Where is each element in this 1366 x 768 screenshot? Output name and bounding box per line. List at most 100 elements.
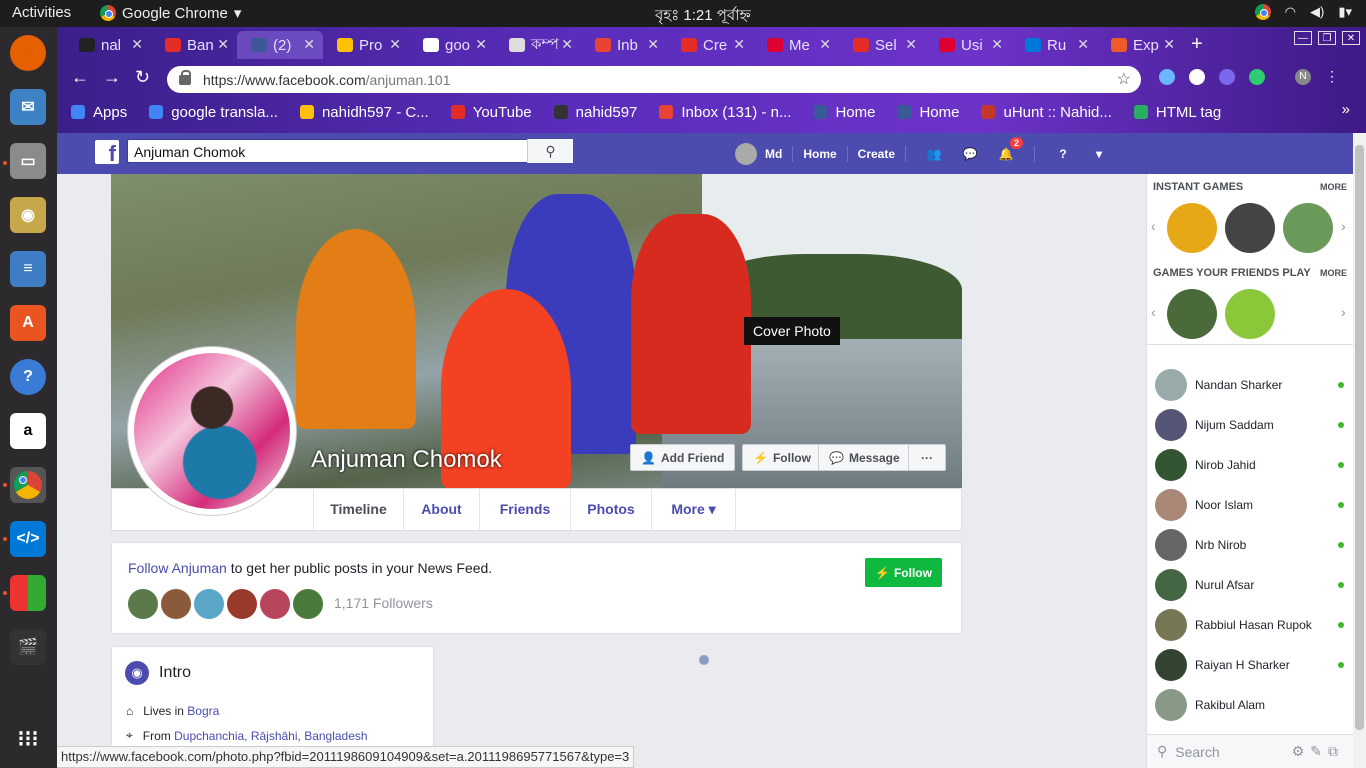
browser-tab[interactable]: Exp ✕ bbox=[1097, 31, 1183, 59]
page-scrollbar[interactable] bbox=[1353, 133, 1366, 768]
tab-friends[interactable]: Friends bbox=[480, 489, 571, 530]
chat-options-icons[interactable]: ⚙✎⧉ bbox=[1292, 743, 1344, 760]
bookmark-item[interactable]: YouTube bbox=[450, 104, 532, 121]
menu-kebab-icon[interactable]: ⋮ bbox=[1325, 69, 1339, 85]
amazon-icon[interactable]: a bbox=[10, 413, 46, 449]
follower-avatar[interactable] bbox=[161, 589, 191, 619]
browser-tab[interactable]: Ban ✕ bbox=[151, 31, 237, 59]
chrome-dock-icon[interactable] bbox=[10, 467, 46, 503]
bookmarks-overflow-icon[interactable]: » bbox=[1342, 101, 1350, 118]
chrome-tray-icon[interactable] bbox=[1254, 4, 1271, 20]
chevron-right-icon[interactable]: › bbox=[1341, 218, 1346, 234]
home-link[interactable]: Home bbox=[803, 147, 836, 161]
bookmark-item[interactable]: Home bbox=[813, 104, 875, 121]
game-thumbnail[interactable] bbox=[1283, 203, 1333, 253]
extension-icon[interactable] bbox=[1219, 69, 1235, 85]
browser-tab[interactable]: goo ✕ bbox=[409, 31, 495, 59]
tab-more[interactable]: More ▾ bbox=[652, 489, 736, 530]
contact-row[interactable]: Nandan Sharker bbox=[1147, 365, 1354, 405]
tab-about[interactable]: About bbox=[404, 489, 480, 530]
create-link[interactable]: Create bbox=[858, 147, 895, 161]
forward-button[interactable]: → bbox=[103, 67, 121, 88]
profile-picture[interactable] bbox=[128, 347, 296, 515]
game-thumbnail[interactable] bbox=[1225, 203, 1275, 253]
search-button[interactable]: ⚲ bbox=[527, 139, 573, 163]
new-tab-button[interactable]: + bbox=[1191, 33, 1203, 61]
follower-avatar[interactable] bbox=[293, 589, 323, 619]
help-icon[interactable]: ? bbox=[1052, 143, 1074, 165]
activities-button[interactable]: Activities bbox=[12, 4, 71, 21]
close-tab-icon[interactable]: ✕ bbox=[819, 36, 831, 53]
show-apps-icon[interactable]: ⁝⁝⁝ bbox=[10, 721, 46, 757]
contact-row[interactable]: Nirob Jahid bbox=[1147, 445, 1354, 485]
facebook-search-input[interactable]: Anjuman Chomok bbox=[127, 139, 573, 163]
user-avatar[interactable] bbox=[735, 142, 757, 165]
thunderbird-icon[interactable]: ✉ bbox=[10, 89, 46, 125]
friends-play-more[interactable]: MORE bbox=[1320, 268, 1347, 278]
close-window-button[interactable]: ✕ bbox=[1342, 31, 1360, 45]
close-tab-icon[interactable]: ✕ bbox=[1163, 36, 1175, 53]
close-tab-icon[interactable]: ✕ bbox=[217, 36, 229, 53]
follower-avatar[interactable] bbox=[194, 589, 224, 619]
browser-tab[interactable]: কম্প ✕ bbox=[495, 31, 581, 59]
maximize-button[interactable]: ❐ bbox=[1318, 31, 1336, 45]
followers-count[interactable]: 1,171 Followers bbox=[334, 595, 433, 611]
tab-timeline[interactable]: Timeline bbox=[313, 489, 404, 530]
contact-row[interactable]: Nrb Nirob bbox=[1147, 525, 1354, 565]
follow-button[interactable]: ⚡ Follow bbox=[865, 558, 942, 587]
browser-tab[interactable]: Ru ✕ bbox=[1011, 31, 1097, 59]
tab-photos[interactable]: Photos bbox=[571, 489, 652, 530]
follow-cover-button[interactable]: ⚡ Follow bbox=[742, 444, 822, 471]
bookmark-item[interactable]: Home bbox=[897, 104, 959, 121]
follower-avatar[interactable] bbox=[260, 589, 290, 619]
firefox-icon[interactable] bbox=[10, 35, 46, 71]
message-button[interactable]: 💬 Message bbox=[818, 444, 911, 471]
follower-avatar[interactable] bbox=[227, 589, 257, 619]
address-bar[interactable]: https://www.facebook.com/anjuman.101 ☆ bbox=[167, 66, 1141, 93]
extension-icon[interactable] bbox=[1249, 69, 1265, 85]
close-tab-icon[interactable]: ✕ bbox=[991, 36, 1003, 53]
bookmark-item[interactable]: nahid597 bbox=[553, 104, 637, 121]
minimize-button[interactable]: — bbox=[1294, 31, 1312, 45]
browser-tab[interactable]: Cre ✕ bbox=[667, 31, 753, 59]
clock[interactable]: বৃহঃ 1:21 পূর্বাহ্ন bbox=[655, 4, 751, 29]
volume-icon[interactable]: ◀) bbox=[1310, 4, 1324, 20]
writer-icon[interactable]: ≡ bbox=[10, 251, 46, 287]
app-grid-colored-icon[interactable] bbox=[10, 575, 46, 611]
game-thumbnail[interactable] bbox=[1167, 289, 1217, 339]
close-tab-icon[interactable]: ✕ bbox=[131, 36, 143, 53]
messenger-icon[interactable]: 💬 bbox=[959, 143, 981, 165]
video-editor-icon[interactable]: 🎬 bbox=[10, 629, 46, 665]
files-icon[interactable]: ▭ bbox=[10, 143, 46, 179]
close-tab-icon[interactable]: ✕ bbox=[561, 36, 573, 53]
back-button[interactable]: ← bbox=[71, 67, 89, 88]
browser-tab[interactable]: Me ✕ bbox=[753, 31, 839, 59]
speed-icon[interactable] bbox=[1189, 69, 1205, 85]
close-tab-icon[interactable]: ✕ bbox=[303, 36, 315, 53]
close-tab-icon[interactable]: ✕ bbox=[389, 36, 401, 53]
close-tab-icon[interactable]: ✕ bbox=[733, 36, 745, 53]
notifications-icon[interactable]: 🔔 2 bbox=[995, 136, 1024, 165]
instant-games-more[interactable]: MORE bbox=[1320, 182, 1347, 192]
contact-row[interactable]: Nijum Saddam bbox=[1147, 405, 1354, 445]
close-tab-icon[interactable]: ✕ bbox=[1077, 36, 1089, 53]
chat-search[interactable]: ⚲ Search ⚙✎⧉ bbox=[1147, 734, 1354, 768]
browser-tab[interactable]: Usi ✕ bbox=[925, 31, 1011, 59]
reload-button[interactable]: ↻ bbox=[135, 67, 150, 88]
follow-anjuman-link[interactable]: Follow Anjuman bbox=[128, 560, 227, 576]
profile-avatar[interactable]: N bbox=[1295, 69, 1311, 85]
vscode-icon[interactable]: </> bbox=[10, 521, 46, 557]
close-tab-icon[interactable]: ✕ bbox=[475, 36, 487, 53]
app-menu[interactable]: Google Chrome ▾ bbox=[100, 4, 241, 22]
extension-icon[interactable] bbox=[1159, 69, 1175, 85]
battery-icon[interactable]: ▮▾ bbox=[1338, 4, 1352, 20]
bookmark-item[interactable]: uHunt :: Nahid... bbox=[981, 104, 1112, 121]
contact-row[interactable]: Raiyan H Sharker bbox=[1147, 645, 1354, 685]
bookmark-item[interactable]: google transla... bbox=[149, 104, 278, 121]
software-icon[interactable]: A bbox=[10, 305, 46, 341]
browser-tab[interactable]: Inb ✕ bbox=[581, 31, 667, 59]
from-link[interactable]: Dupchanchia, Rājshāhi, Bangladesh bbox=[174, 729, 367, 743]
contact-row[interactable]: Rakibul Alam bbox=[1147, 685, 1354, 725]
close-tab-icon[interactable]: ✕ bbox=[647, 36, 659, 53]
close-tab-icon[interactable]: ✕ bbox=[905, 36, 917, 53]
